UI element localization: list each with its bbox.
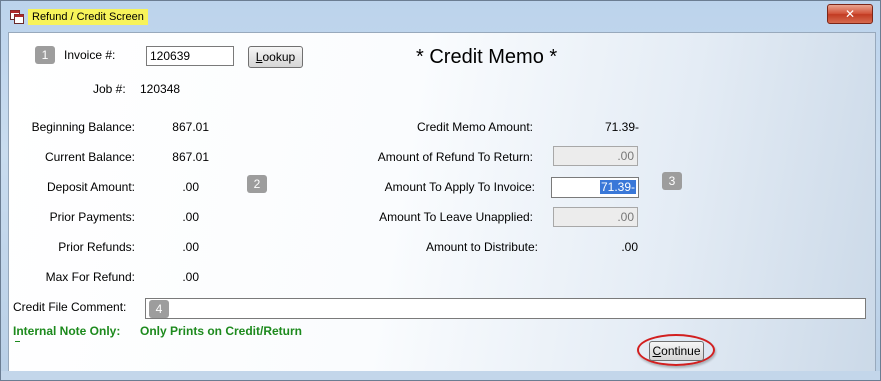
invoice-number-input[interactable] (146, 46, 234, 66)
apply-to-invoice-label: Amount To Apply To Invoice: (384, 180, 535, 194)
note-underline (15, 341, 20, 342)
window-bottom-edge (1, 371, 880, 380)
prior-refunds-label: Prior Refunds: (58, 240, 135, 254)
prior-payments-label: Prior Payments: (49, 210, 135, 224)
credit-file-comment-input[interactable] (145, 298, 866, 319)
amount-to-distribute-label: Amount to Distribute: (425, 240, 538, 254)
beginning-balance-value: 867.01 (172, 120, 209, 134)
leave-unapplied-field[interactable]: .00 (553, 207, 638, 227)
lookup-button-label: ookup (262, 50, 296, 64)
internal-note-text: Only Prints on Credit/Return (140, 324, 303, 338)
prior-refunds-value: .00 (182, 240, 199, 254)
page-heading: * Credit Memo * (416, 46, 558, 68)
internal-note-label: Internal Note Only: (13, 324, 121, 338)
beginning-balance-label: Beginning Balance: (31, 120, 135, 134)
lookup-button[interactable]: Lookup (248, 46, 303, 68)
job-number-value: 120348 (140, 82, 181, 96)
amount-to-distribute-value: .00 (621, 240, 638, 254)
credit-memo-amount-label: Credit Memo Amount: (416, 120, 533, 134)
step-marker-3: 3 (662, 172, 682, 190)
window-title: Refund / Credit Screen (28, 9, 148, 25)
step-marker-4: 4 (149, 300, 169, 318)
refund-to-return-label: Amount of Refund To Return: (377, 150, 533, 164)
apply-to-invoice-value: 71.39- (599, 180, 636, 194)
deposit-amount-value: .00 (182, 180, 199, 194)
step-marker-2: 2 (247, 175, 267, 193)
close-icon: ✕ (844, 7, 856, 21)
credit-memo-amount-value: 71.39- (604, 120, 639, 134)
continue-button-hotkey: C (652, 344, 662, 358)
continue-button-label: ontinue (661, 344, 701, 358)
step-marker-1: 1 (35, 46, 55, 64)
prior-payments-value: .00 (182, 210, 199, 224)
refund-credit-window: Refund / Credit Screen ✕ 1 Invoice #: Lo… (0, 0, 881, 381)
apply-to-invoice-field[interactable]: 71.39- (551, 177, 639, 198)
leave-unapplied-label: Amount To Leave Unapplied: (379, 210, 533, 224)
refund-to-return-field[interactable]: .00 (553, 146, 638, 166)
max-for-refund-label: Max For Refund: (45, 270, 135, 284)
credit-file-comment-label: Credit File Comment: (13, 300, 127, 314)
close-button[interactable]: ✕ (827, 4, 873, 24)
job-label: Job #: (93, 82, 126, 96)
continue-button[interactable]: Continue (649, 341, 704, 361)
current-balance-value: 867.01 (172, 150, 209, 164)
form-area: 1 Invoice #: Lookup * Credit Memo * Job … (8, 32, 876, 372)
invoice-label: Invoice #: (64, 48, 116, 62)
title-bar: Refund / Credit Screen ✕ (1, 1, 880, 31)
current-balance-label: Current Balance: (44, 150, 135, 164)
app-icon (10, 10, 24, 24)
deposit-amount-label: Deposit Amount: (46, 180, 135, 194)
max-for-refund-value: .00 (182, 270, 199, 284)
